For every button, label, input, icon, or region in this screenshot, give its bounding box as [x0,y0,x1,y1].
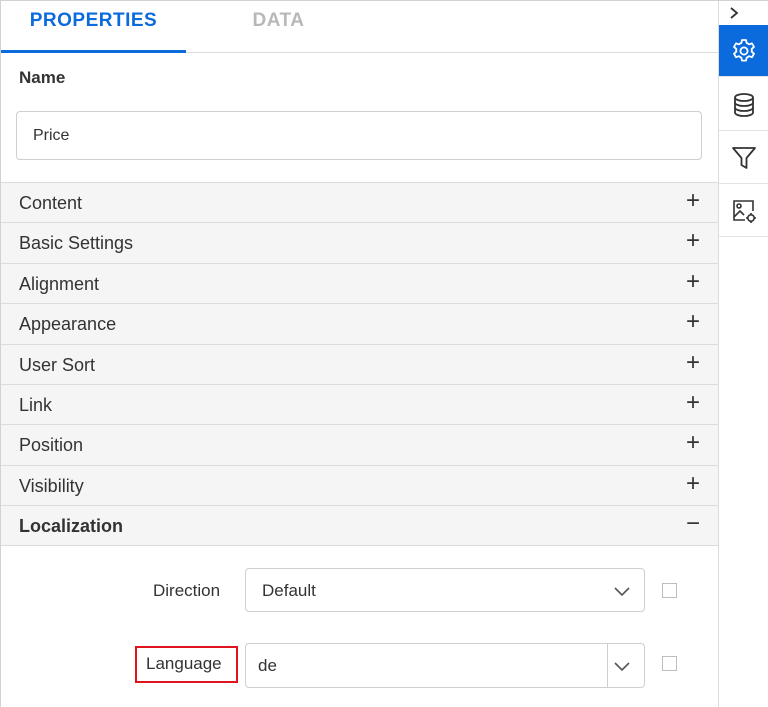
side-toolbar [718,1,768,707]
accordion-item-label: Localization [19,516,124,537]
accordion-item-label: Position [19,435,84,456]
database-icon [734,92,754,117]
accordion-item-label: Appearance [19,314,117,335]
accordion-item-label: Alignment [19,273,100,294]
accordion-item-label: Link [19,394,53,415]
accordion-item-label: User Sort [19,354,96,375]
language-combobox[interactable]: de [245,643,645,688]
expand-plus-icon[interactable]: + [686,390,700,415]
accordion-item-label: Basic Settings [19,233,134,254]
accordion-item-label: Content [19,193,83,213]
accordion-item-position[interactable]: Position + [1,424,718,465]
direction-value: Default [262,581,316,600]
property-accordion: Content + Basic Settings + Alignment + A… [1,182,718,546]
properties-gear-button[interactable] [719,25,768,77]
accordion-item-content[interactable]: Content + [1,182,718,223]
filter-button[interactable] [719,132,768,184]
expand-plus-icon[interactable]: + [686,350,700,375]
accordion-item-basic-settings[interactable]: Basic Settings + [1,222,718,263]
expand-plus-icon[interactable]: + [686,189,700,213]
accordion-item-appearance[interactable]: Appearance + [1,303,718,344]
chevron-right-icon [730,7,739,19]
expand-plus-icon[interactable]: + [686,229,700,253]
chevron-down-icon [614,587,630,597]
collapse-panel-button[interactable] [719,1,768,25]
direction-label: Direction [153,581,221,600]
accordion-item-visibility[interactable]: Visibility + [1,464,718,506]
localization-panel: Direction Default Language de [1,546,718,707]
name-input[interactable] [16,111,702,160]
language-label: Language [146,654,222,673]
properties-panel-window: PROPERTIES DATA Name Content + Basic Set… [0,0,768,707]
accordion-item-user-sort[interactable]: User Sort + [1,343,718,384]
accordion-item-label: Visibility [19,475,84,496]
chevron-down-icon[interactable] [612,656,632,676]
tab-bar: PROPERTIES DATA [1,1,718,53]
tab-properties[interactable]: PROPERTIES [1,1,186,53]
accordion-item-localization[interactable]: Localization − [1,505,718,546]
accordion-item-link[interactable]: Link + [1,383,718,425]
image-settings-button[interactable] [719,185,768,237]
properties-panel: PROPERTIES DATA Name Content + Basic Set… [1,1,718,707]
direction-checkbox[interactable] [662,583,677,598]
expand-plus-icon[interactable]: + [686,310,700,334]
language-value[interactable]: de [258,656,277,676]
gear-icon [733,38,755,61]
filter-icon [732,146,756,169]
data-source-button[interactable] [719,79,768,131]
expand-plus-icon[interactable]: + [686,269,700,294]
name-label: Name [19,68,66,87]
tab-data[interactable]: DATA [186,1,371,53]
image-settings-icon [733,199,756,223]
language-checkbox[interactable] [662,656,677,671]
collapse-minus-icon[interactable]: − [686,512,700,536]
accordion-item-alignment[interactable]: Alignment + [1,262,718,304]
expand-plus-icon[interactable]: + [686,431,700,455]
direction-dropdown[interactable]: Default [245,568,645,612]
dropdown-divider [607,644,608,687]
expand-plus-icon[interactable]: + [686,471,700,496]
